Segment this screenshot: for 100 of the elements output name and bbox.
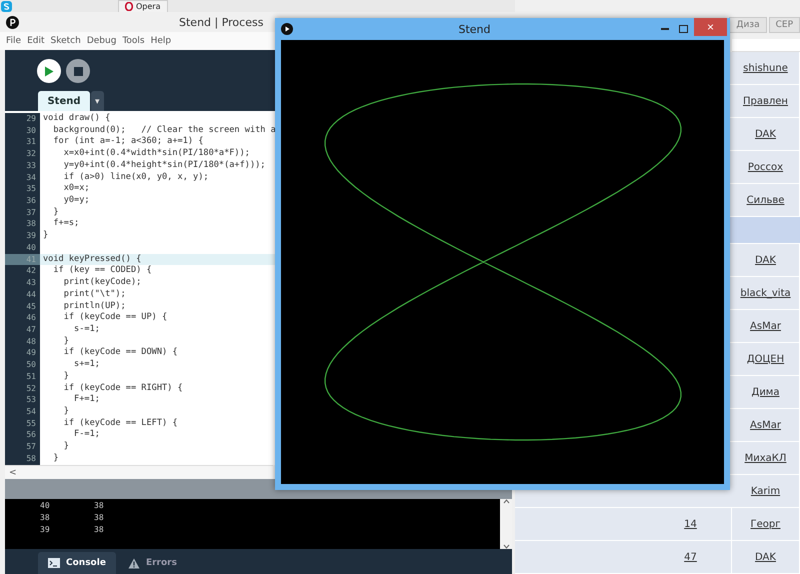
code-text: void keyPressed() { bbox=[42, 254, 142, 266]
user-link[interactable]: Дима bbox=[732, 376, 800, 408]
code-text: } bbox=[62, 406, 69, 418]
code-text: F-=1; bbox=[73, 429, 100, 442]
line-number: 30 bbox=[5, 124, 40, 136]
browser-tab[interactable]: Диза bbox=[729, 17, 767, 33]
stop-icon bbox=[74, 66, 82, 76]
code-text: } bbox=[52, 206, 59, 218]
browser-tab[interactable]: CEP bbox=[768, 17, 800, 33]
line-number: 45 bbox=[5, 300, 40, 312]
console-text: 38 bbox=[94, 525, 104, 536]
line-number: 56 bbox=[5, 429, 40, 442]
user-link[interactable]: black_vita bbox=[732, 277, 800, 309]
user-link[interactable]: Георг bbox=[732, 508, 800, 540]
editor-tab[interactable]: Stend bbox=[38, 91, 90, 111]
stop-button[interactable] bbox=[66, 59, 90, 83]
code-text: if (keyCode == UP) { bbox=[62, 312, 168, 324]
line-number: 49 bbox=[5, 347, 40, 360]
code-text: f+=s; bbox=[52, 218, 80, 230]
menu-item[interactable]: Sketch bbox=[50, 36, 81, 46]
terminal-icon bbox=[48, 558, 60, 568]
table-cell[interactable]: 14 bbox=[650, 508, 732, 540]
code-text: } bbox=[62, 441, 69, 453]
line-number: 41 bbox=[5, 254, 40, 266]
code-text: } bbox=[62, 336, 69, 348]
code-text: if (keyCode == RIGHT) { bbox=[62, 382, 183, 394]
code-text: void draw() { bbox=[42, 113, 110, 125]
menu-item[interactable]: File bbox=[6, 36, 22, 46]
user-link[interactable]: DAK bbox=[732, 244, 800, 276]
user-link[interactable]: ДОЦЕН bbox=[732, 343, 800, 375]
code-text: for (int a=-1; a<360; a+=1) { bbox=[52, 136, 204, 148]
user-link[interactable]: shishune bbox=[732, 52, 800, 84]
code-text: if (a>0) line(x0, y0, x, y); bbox=[62, 172, 209, 184]
scroll-down-icon[interactable] bbox=[502, 544, 510, 549]
code-text: print("\t"); bbox=[62, 288, 126, 300]
user-link[interactable]: Россох bbox=[732, 151, 800, 183]
user-link[interactable]: AsMar bbox=[732, 310, 800, 342]
line-number: 39 bbox=[5, 230, 40, 242]
window-title: Stend | Process bbox=[179, 16, 264, 29]
line-number: 46 bbox=[5, 312, 40, 324]
code-text: x0=x; bbox=[62, 183, 90, 196]
user-link[interactable]: AsMar bbox=[732, 409, 800, 441]
code-text: background(0); // Clear the screen with a bbox=[52, 124, 276, 136]
console-tab[interactable]: Errors bbox=[118, 552, 187, 574]
code-text: if (key == CODED) { bbox=[52, 265, 152, 278]
code-text: if (keyCode == LEFT) { bbox=[62, 418, 178, 430]
line-number: 29 bbox=[5, 113, 40, 125]
code-text: if (keyCode == DOWN) { bbox=[62, 347, 178, 360]
user-link[interactable]: Сильве bbox=[732, 184, 800, 216]
app-logo-icon bbox=[6, 16, 19, 29]
line-number: 40 bbox=[5, 242, 40, 254]
browser-logo-icon bbox=[125, 2, 133, 11]
code-text: print(keyCode); bbox=[62, 277, 142, 289]
line-number: 54 bbox=[5, 406, 40, 418]
line-number: 31 bbox=[5, 136, 40, 148]
window-title: Stend bbox=[457, 22, 492, 36]
code-text: s+=1; bbox=[73, 359, 100, 371]
line-number: 52 bbox=[5, 382, 40, 394]
line-number: 38 bbox=[5, 218, 40, 230]
line-number: 58 bbox=[5, 452, 40, 465]
app-icon bbox=[281, 23, 293, 35]
code-text: y=y0+int(0.4*height*sin(PI/180*(a+f))); bbox=[62, 160, 266, 172]
menu-item[interactable]: Edit bbox=[27, 36, 44, 46]
horizontal-scrollbar[interactable]: < bbox=[5, 465, 273, 479]
maximize-icon bbox=[678, 25, 688, 33]
user-link[interactable]: Karim bbox=[732, 475, 800, 507]
scroll-up-icon[interactable] bbox=[502, 499, 510, 504]
menu-item[interactable]: Help bbox=[150, 36, 172, 46]
table-cell[interactable]: 47 bbox=[650, 541, 732, 573]
vertical-scrollbar[interactable] bbox=[500, 499, 512, 549]
tab-menu-button[interactable]: ▾ bbox=[91, 91, 104, 111]
line-number: 50 bbox=[5, 359, 40, 371]
line-number: 55 bbox=[5, 418, 40, 430]
code-text: F+=1; bbox=[73, 394, 100, 406]
console-tab[interactable]: Console bbox=[38, 552, 116, 574]
user-link[interactable]: DAK bbox=[732, 118, 800, 150]
warning-icon bbox=[128, 558, 140, 568]
chat-app-icon[interactable] bbox=[1, 1, 12, 12]
run-button[interactable] bbox=[37, 59, 61, 83]
line-number: 43 bbox=[5, 277, 40, 289]
play-icon bbox=[44, 66, 54, 76]
minimize-icon bbox=[661, 28, 669, 30]
user-link[interactable]: DAK bbox=[732, 541, 800, 573]
line-number: 53 bbox=[5, 394, 40, 406]
line-number: 42 bbox=[5, 265, 40, 278]
menu-item[interactable]: Debug bbox=[86, 36, 116, 46]
line-number: 35 bbox=[5, 183, 40, 196]
line-number: 51 bbox=[5, 370, 40, 383]
console-text: 38 bbox=[94, 501, 104, 512]
menu-item[interactable]: Tools bbox=[122, 36, 145, 46]
code-text: } bbox=[62, 370, 69, 383]
console-text: 38 bbox=[40, 513, 50, 524]
line-number: 44 bbox=[5, 288, 40, 300]
taskbar-tab[interactable]: Opera bbox=[118, 0, 168, 12]
code-text: y0=y; bbox=[62, 195, 90, 207]
user-link[interactable]: Правлен bbox=[732, 85, 800, 117]
close-button[interactable]: × bbox=[694, 18, 727, 36]
user-link[interactable]: МихаКЛ bbox=[732, 442, 800, 474]
line-number: 37 bbox=[5, 206, 40, 218]
line-number: 36 bbox=[5, 195, 40, 207]
